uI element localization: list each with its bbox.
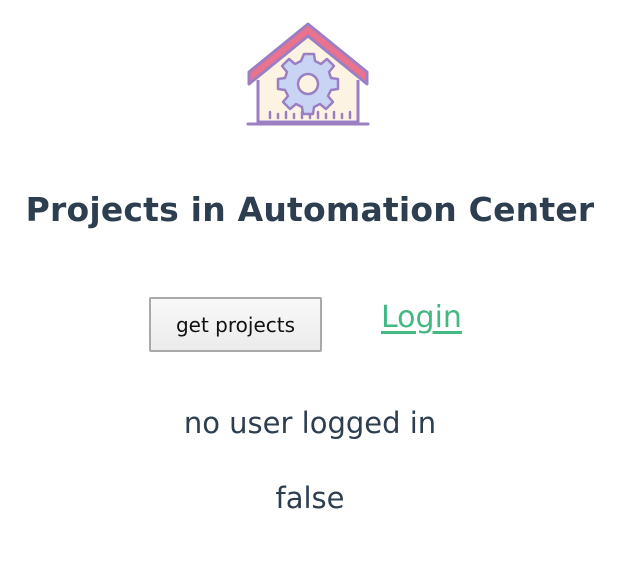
login-link[interactable]: Login — [381, 300, 462, 335]
house-gear-icon — [246, 22, 370, 126]
page-title: Projects in Automation Center — [25, 190, 595, 229]
logged-in-flag-text: false — [275, 481, 345, 515]
get-projects-button[interactable]: get projects — [149, 297, 322, 352]
app-root: Projects in Automation Center get projec… — [0, 0, 620, 564]
login-status-text: no user logged in — [183, 406, 437, 440]
